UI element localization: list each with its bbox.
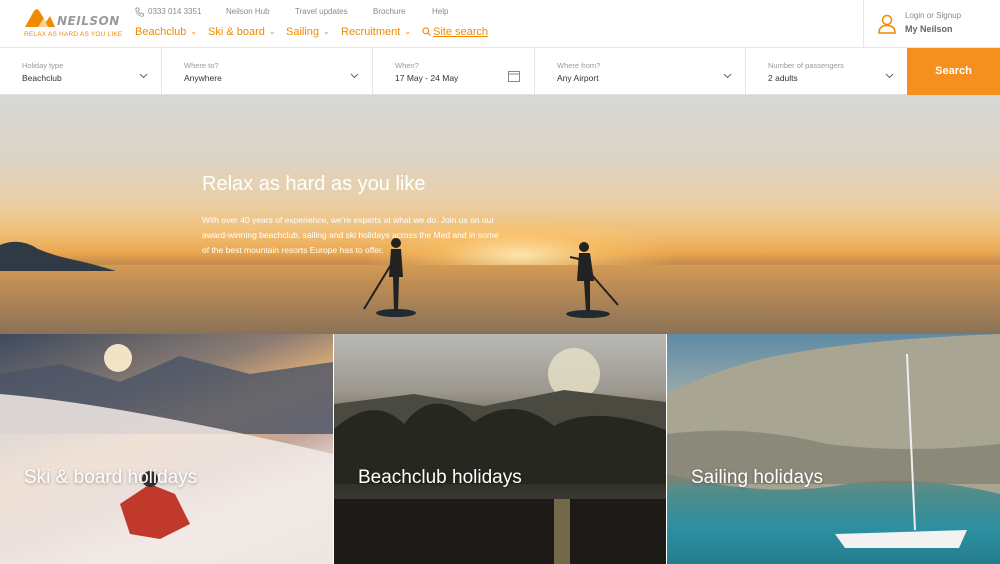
logo-tagline: RELAX AS HARD AS YOU LIKE <box>24 31 123 38</box>
login-signup-link[interactable]: Login or Signup <box>905 11 961 20</box>
nav-beachclub-label: Beachclub <box>135 26 187 38</box>
account-menu[interactable]: Login or Signup My Neilson <box>863 0 1000 48</box>
passengers-label: Number of passengers <box>768 61 844 70</box>
neilson-logo[interactable]: NEILSON RELAX AS HARD AS YOU LIKE <box>24 8 124 42</box>
ski-mountain-image <box>0 344 333 564</box>
chevron-down-icon <box>885 73 894 79</box>
site-search-link[interactable]: Site search <box>422 26 488 38</box>
hero-title: Relax as hard as you like <box>202 173 426 195</box>
logo-mark-icon <box>25 9 55 28</box>
when-date-picker[interactable]: When? 17 May - 24 May <box>373 48 535 95</box>
when-label: When? <box>395 61 419 70</box>
nav-sailing[interactable]: Sailing ⌄ <box>286 26 330 38</box>
user-icon <box>878 14 896 34</box>
chevron-down-icon <box>139 73 148 79</box>
chevron-down-icon: ⌄ <box>190 27 198 36</box>
site-search-label: Site search <box>433 26 489 38</box>
calendar-icon <box>508 71 520 82</box>
brochure-link[interactable]: Brochure <box>373 7 405 16</box>
chevron-down-icon: ⌄ <box>404 27 411 36</box>
help-link[interactable]: Help <box>432 7 448 16</box>
holiday-search-bar: Holiday type Beachclub Where to? Anywher… <box>0 48 1000 95</box>
search-icon <box>422 27 431 36</box>
site-header: NEILSON RELAX AS HARD AS YOU LIKE 0333 0… <box>0 0 1000 48</box>
where-from-value: Any Airport <box>557 73 599 83</box>
nav-beachclub[interactable]: Beachclub ⌄ <box>135 26 197 38</box>
travel-updates-link[interactable]: Travel updates <box>295 7 348 16</box>
my-neilson-link[interactable]: My Neilson <box>905 24 953 34</box>
chevron-down-icon <box>350 73 359 79</box>
chevron-down-icon: ⌄ <box>323 27 330 36</box>
sailing-holidays-tile[interactable]: Sailing holidays <box>667 334 1000 564</box>
phone-icon <box>135 7 144 17</box>
where-to-value: Anywhere <box>184 73 222 83</box>
phone-number-link[interactable]: 0333 014 3351 <box>148 7 201 16</box>
hero-banner: Relax as hard as you like With over 40 y… <box>0 95 1000 334</box>
nav-recruitment[interactable]: Recruitment ⌄ <box>341 26 411 38</box>
hero-description: With over 40 years of experience, we're … <box>202 215 499 255</box>
nav-recruitment-label: Recruitment <box>341 26 401 38</box>
nav-sailing-label: Sailing <box>286 26 320 38</box>
holiday-type-label: Holiday type <box>22 61 64 70</box>
where-from-select[interactable]: Where from? Any Airport <box>535 48 746 95</box>
chevron-down-icon: ⌄ <box>268 27 276 36</box>
holiday-type-select[interactable]: Holiday type Beachclub <box>0 48 162 95</box>
ski-board-holidays-tile[interactable]: Ski & board holidays <box>0 334 333 564</box>
where-to-label: Where to? <box>184 61 219 70</box>
neilson-hub-link[interactable]: Neilson Hub <box>226 7 270 16</box>
sailing-cliff-image <box>667 334 1000 548</box>
passengers-value: 2 adults <box>768 73 798 83</box>
ski-board-holidays-title: Ski & board holidays <box>24 467 198 488</box>
passengers-select[interactable]: Number of passengers 2 adults <box>746 48 907 95</box>
paddleboarder-right-image <box>566 242 619 318</box>
hero-sea <box>0 265 1000 334</box>
sailing-holidays-title: Sailing holidays <box>691 467 824 488</box>
logo-wordmark: NEILSON <box>57 14 120 28</box>
beachclub-pool-image <box>334 348 666 564</box>
nav-ski-board-label: Ski & board <box>208 26 265 38</box>
when-value: 17 May - 24 May <box>395 73 459 83</box>
chevron-down-icon <box>723 73 732 79</box>
hero-island-silhouette <box>0 241 116 271</box>
nav-ski-board[interactable]: Ski & board ⌄ <box>208 26 276 38</box>
search-button[interactable]: Search <box>907 48 1000 95</box>
where-to-select[interactable]: Where to? Anywhere <box>162 48 373 95</box>
beachclub-holidays-title: Beachclub holidays <box>358 467 522 488</box>
holiday-type-value: Beachclub <box>22 73 62 83</box>
beachclub-holidays-tile[interactable]: Beachclub holidays <box>334 334 666 564</box>
where-from-label: Where from? <box>557 61 601 70</box>
